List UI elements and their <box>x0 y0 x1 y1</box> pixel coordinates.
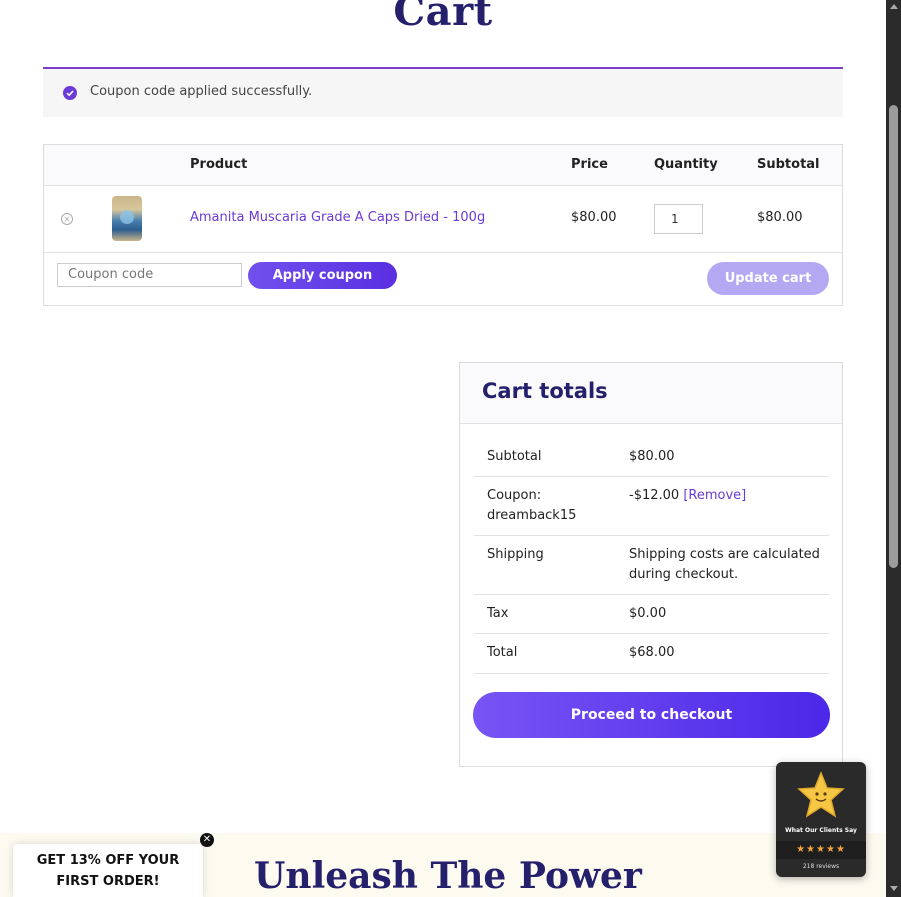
item-price: $80.00 <box>571 210 617 225</box>
proceed-to-checkout-button[interactable]: Proceed to checkout <box>473 692 830 738</box>
page-title: Cart <box>393 0 493 35</box>
star-icon <box>797 770 845 818</box>
cart-totals-panel: Cart totals Subtotal $80.00 Coupon: drea… <box>459 362 843 767</box>
cart-table: Product Price Quantity Subtotal × Amanit… <box>43 144 843 306</box>
scrollbar[interactable] <box>886 0 901 897</box>
header-quantity: Quantity <box>654 157 718 172</box>
divider <box>44 185 842 186</box>
rating-stars-icon: ★★★★★ <box>776 841 866 859</box>
header-price: Price <box>571 157 608 172</box>
totals-row-subtotal: Subtotal $80.00 <box>474 437 829 477</box>
apply-coupon-button[interactable]: Apply coupon <box>248 262 397 289</box>
item-subtotal: $80.00 <box>757 210 803 225</box>
coupon-discount: -$12.00 <box>629 488 680 503</box>
coupon-label: Coupon: dreamback15 <box>487 488 577 523</box>
subtotal-label: Subtotal <box>487 449 542 464</box>
reviews-count: 218 reviews <box>802 863 840 870</box>
coupon-value: -$12.00 [Remove] <box>629 486 829 506</box>
shipping-value: Shipping costs are calculated during che… <box>629 547 820 582</box>
quantity-input[interactable]: 1 <box>654 204 703 234</box>
tax-value: $0.00 <box>629 606 667 621</box>
cart-totals-title: Cart totals <box>482 379 608 403</box>
header-subtotal: Subtotal <box>757 157 820 172</box>
totals-row-tax: Tax $0.00 <box>474 594 829 634</box>
promo-popup[interactable]: GET 13% OFF YOUR FIRST ORDER! <box>13 844 203 897</box>
remove-coupon-link[interactable]: [Remove] <box>683 488 746 503</box>
scroll-down-icon[interactable] <box>890 886 898 891</box>
reviews-caption: What Our Clients Say <box>785 827 857 834</box>
tax-label: Tax <box>487 606 509 621</box>
header-product: Product <box>190 157 248 172</box>
cart-totals-header: Cart totals <box>460 363 842 424</box>
subtotal-value: $80.00 <box>629 449 675 464</box>
total-value: $68.00 <box>629 645 675 660</box>
update-cart-button[interactable]: Update cart <box>707 262 829 295</box>
coupon-code-input[interactable]: Coupon code <box>57 263 242 287</box>
totals-row-shipping: Shipping Shipping costs are calculated d… <box>474 535 829 595</box>
product-link[interactable]: Amanita Muscaria Grade A Caps Dried - 10… <box>190 210 485 225</box>
promo-text: GET 13% OFF YOUR FIRST ORDER! <box>36 853 180 889</box>
divider <box>44 252 842 253</box>
shipping-label: Shipping <box>487 547 544 562</box>
close-icon[interactable]: ✕ <box>200 833 214 847</box>
reviews-widget[interactable]: What Our Clients Say ★★★★★ 218 reviews <box>776 762 866 877</box>
product-thumbnail[interactable] <box>112 196 142 241</box>
totals-row-total: Total $68.00 <box>474 633 829 674</box>
remove-item-icon[interactable]: × <box>61 213 73 225</box>
scrollbar-thumb[interactable] <box>889 105 898 568</box>
coupon-notice: Coupon code applied successfully. <box>43 67 843 117</box>
check-circle-icon <box>63 86 77 100</box>
notice-message: Coupon code applied successfully. <box>90 84 313 99</box>
table-header <box>44 145 842 185</box>
banner-title: Unleash The Power <box>254 855 642 897</box>
total-label: Total <box>487 645 518 660</box>
totals-row-coupon: Coupon: dreamback15 -$12.00 [Remove] <box>474 476 829 536</box>
scroll-up-icon[interactable] <box>890 4 898 9</box>
